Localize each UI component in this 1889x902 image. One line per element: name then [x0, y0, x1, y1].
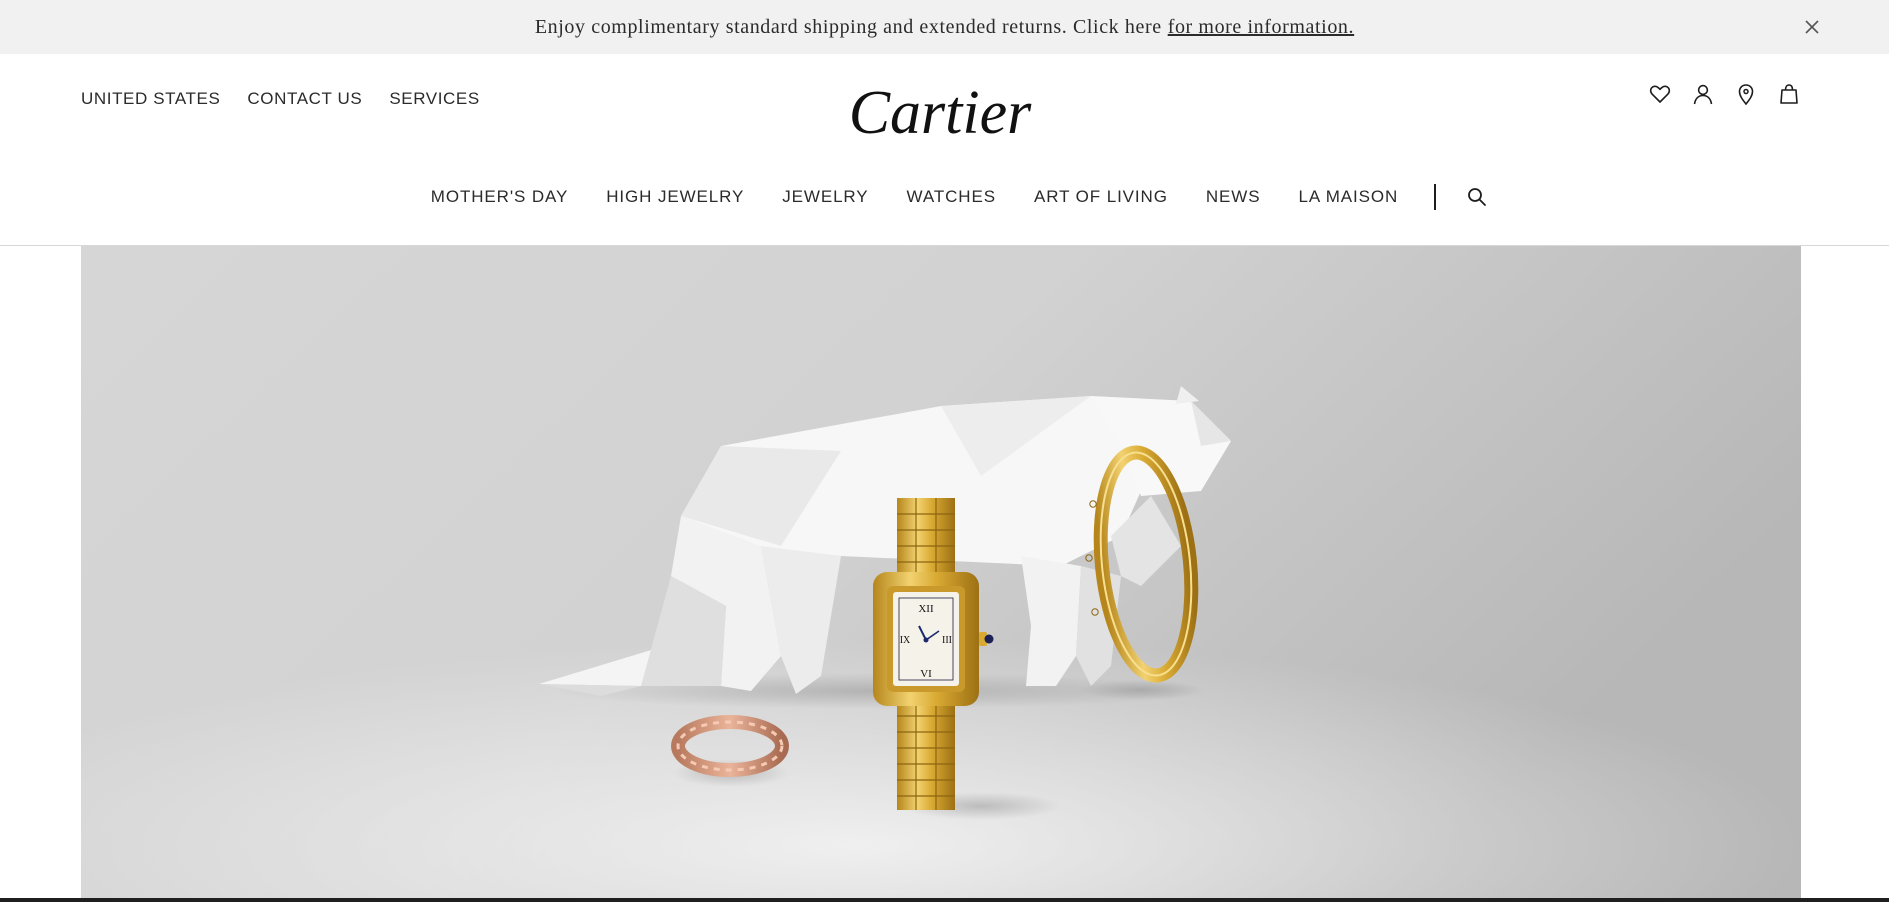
- watch-numeral-3: III: [942, 635, 952, 646]
- search-icon[interactable]: [1466, 186, 1488, 208]
- nav-item-jewelry[interactable]: JEWELRY: [782, 187, 868, 207]
- banner-text: Enjoy complimentary standard shipping an…: [534, 15, 1162, 38]
- country-selector-link[interactable]: UNITED STATES: [81, 89, 220, 109]
- nav-items: MOTHER'S DAY HIGH JEWELRY JEWELRY WATCHE…: [431, 187, 1398, 207]
- account-icon[interactable]: [1691, 82, 1715, 106]
- shopping-bag-icon[interactable]: [1777, 82, 1801, 106]
- nav-divider: [1434, 184, 1437, 210]
- contact-us-link[interactable]: CONTACT US: [247, 89, 362, 109]
- watch-numeral-12: XII: [918, 603, 934, 615]
- services-link[interactable]: SERVICES: [389, 89, 479, 109]
- main-navigation: MOTHER'S DAY HIGH JEWELRY JEWELRY WATCHE…: [0, 184, 1889, 210]
- logo-text: Cartier: [849, 79, 1032, 147]
- page-bottom-edge: [0, 898, 1889, 902]
- banner-more-info-link[interactable]: for more information.: [1168, 16, 1354, 39]
- nav-item-news[interactable]: NEWS: [1206, 187, 1261, 207]
- nav-item-art-of-living[interactable]: ART OF LIVING: [1034, 187, 1168, 207]
- utility-links: UNITED STATES CONTACT US SERVICES: [81, 89, 480, 109]
- nav-item-watches[interactable]: WATCHES: [907, 187, 996, 207]
- watch-numeral-6: VI: [920, 668, 932, 680]
- announcement-banner: Enjoy complimentary standard shipping an…: [0, 0, 1889, 54]
- nav-item-la-maison[interactable]: LA MAISON: [1298, 187, 1398, 207]
- location-pin-icon[interactable]: [1734, 82, 1758, 106]
- close-icon[interactable]: [1801, 16, 1823, 38]
- nav-item-high-jewelry[interactable]: HIGH JEWELRY: [606, 187, 744, 207]
- heart-icon[interactable]: [1648, 82, 1672, 106]
- cartier-logo[interactable]: Cartier: [835, 78, 1045, 148]
- nav-item-mothers-day[interactable]: MOTHER'S DAY: [431, 187, 568, 207]
- hero-image: XII III VI IX: [81, 246, 1801, 902]
- header-icons: [1648, 82, 1801, 106]
- watch-numeral-9: IX: [900, 635, 911, 646]
- site-header: UNITED STATES CONTACT US SERVICES Cartie…: [0, 54, 1889, 246]
- hero-banner[interactable]: XII III VI IX: [81, 246, 1801, 902]
